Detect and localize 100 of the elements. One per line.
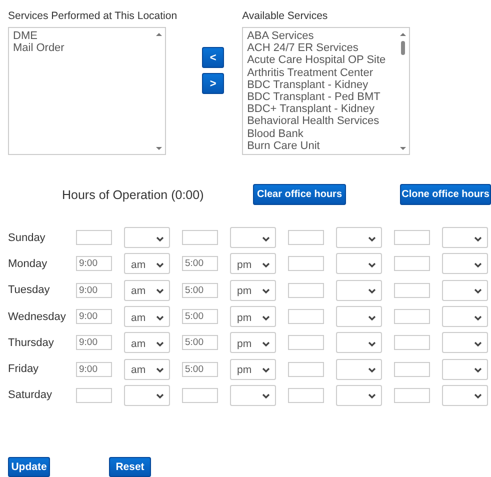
day-label: Saturday — [8, 389, 54, 402]
chevron-icon — [156, 340, 164, 347]
day-label: Sunday — [8, 232, 46, 244]
services-list[interactable]: DME Mail Order — [8, 27, 166, 155]
time-field[interactable]: 9:00 — [76, 309, 112, 324]
period-select[interactable] — [124, 227, 170, 248]
services-list[interactable] — [242, 27, 410, 155]
chevron-icon — [262, 288, 270, 294]
list-item[interactable]: Arthritis Treatment Center — [247, 66, 386, 79]
period-select[interactable] — [336, 358, 382, 380]
list-item[interactable]: Blood Bank — [247, 128, 386, 140]
period-select[interactable]: pm — [230, 306, 276, 328]
chevron-icon — [262, 340, 270, 347]
chevron-icon — [474, 262, 482, 268]
period-select[interactable]: pm — [230, 253, 276, 274]
period-select[interactable] — [336, 306, 382, 328]
move-button[interactable]: > — [202, 73, 224, 94]
time-field[interactable] — [288, 256, 324, 272]
time-field[interactable] — [394, 388, 430, 403]
list-item[interactable]: BDC Transplant - Kidney — [247, 78, 386, 92]
time-field[interactable] — [182, 388, 218, 403]
time-field[interactable] — [288, 335, 324, 350]
time-field[interactable]: 9:00 — [76, 362, 112, 377]
chevron-icon — [156, 367, 164, 374]
list-item[interactable]: Behavioral Health Services — [247, 115, 386, 128]
time-field[interactable] — [76, 230, 112, 246]
time-field[interactable] — [394, 309, 430, 324]
list-item[interactable]: Burn Care Unit — [247, 140, 386, 152]
chevron-icon — [474, 236, 482, 242]
period-select[interactable]: am — [124, 280, 170, 301]
list-item[interactable]: BDC Transplant - Ped BMT — [247, 91, 386, 104]
period-select[interactable]: am — [124, 306, 170, 328]
time-field[interactable] — [182, 230, 218, 246]
reset-button[interactable]: Reset — [109, 457, 151, 477]
chevron-icon — [368, 367, 376, 374]
chevron-icon — [262, 367, 270, 374]
period-select[interactable]: pm — [230, 332, 276, 354]
period-select[interactable] — [336, 253, 382, 274]
period-select[interactable] — [442, 384, 488, 406]
time-field[interactable] — [394, 282, 430, 298]
time-field[interactable]: 9:00 — [76, 256, 112, 272]
list-item[interactable]: Mail Order — [13, 42, 64, 54]
move-button[interactable]: < — [202, 47, 224, 68]
period-select[interactable] — [336, 227, 382, 248]
period-select[interactable]: am — [124, 253, 170, 274]
day-label: Monday — [8, 258, 48, 270]
time-field[interactable] — [394, 256, 430, 272]
list-item[interactable]: DME — [13, 30, 64, 42]
time-field[interactable]: 5:00 — [182, 335, 218, 350]
period-select[interactable]: am — [124, 332, 170, 354]
period-select[interactable] — [124, 384, 170, 406]
period-select[interactable] — [336, 332, 382, 354]
period-select[interactable]: pm — [230, 280, 276, 301]
day-label: Thursday — [8, 336, 55, 349]
time-field[interactable]: 5:00 — [182, 256, 218, 272]
time-field[interactable] — [76, 388, 112, 403]
time-field[interactable] — [288, 388, 324, 403]
chevron-icon — [474, 393, 482, 400]
time-field[interactable] — [288, 309, 324, 324]
time-field[interactable] — [394, 362, 430, 377]
period-select[interactable] — [336, 280, 382, 301]
period-select[interactable]: am — [124, 358, 170, 380]
time-field[interactable] — [394, 335, 430, 350]
period-select[interactable] — [230, 227, 276, 248]
chevron-icon — [368, 314, 376, 321]
time-field[interactable] — [288, 230, 324, 246]
period-select[interactable] — [442, 227, 488, 248]
hours-title: Hours of Operation (0:00) — [62, 188, 205, 202]
time-field[interactable]: 5:00 — [182, 362, 218, 377]
period-select[interactable] — [442, 332, 488, 354]
time-field[interactable]: 9:00 — [76, 335, 112, 350]
period-select[interactable] — [442, 358, 488, 380]
time-field[interactable]: 9:00 — [76, 282, 112, 298]
time-field[interactable] — [288, 282, 324, 298]
period-select[interactable] — [442, 306, 488, 328]
period-select[interactable] — [336, 384, 382, 406]
update-button[interactable]: Update — [8, 457, 50, 477]
period-select[interactable] — [442, 280, 488, 301]
chevron-icon — [474, 288, 482, 294]
chevron-icon — [262, 236, 270, 242]
time-field[interactable]: 5:00 — [182, 282, 218, 298]
chevron-icon — [156, 236, 164, 242]
chevron-icon — [474, 367, 482, 374]
chevron-icon — [156, 314, 164, 321]
chevron-icon — [262, 262, 270, 268]
list-item[interactable]: ACH 24/7 ER Services — [247, 42, 386, 54]
list-item[interactable]: BDC+ Transplant - Kidney — [247, 103, 386, 116]
period-select[interactable]: pm — [230, 358, 276, 380]
time-field[interactable] — [394, 230, 430, 246]
chevron-icon — [368, 288, 376, 294]
clone-hours-button[interactable]: Clone office hours — [400, 184, 491, 205]
list-item[interactable]: Acute Care Hospital OP Site — [247, 54, 386, 67]
chevron-icon — [474, 340, 482, 347]
period-select[interactable] — [230, 384, 276, 406]
day-label: Wednesday — [8, 310, 67, 323]
time-field[interactable] — [288, 362, 324, 377]
list-item[interactable]: ABA Services — [247, 30, 386, 42]
period-select[interactable] — [442, 253, 488, 274]
clear-hours-button[interactable]: Clear office hours — [253, 184, 346, 205]
time-field[interactable]: 5:00 — [182, 309, 218, 324]
